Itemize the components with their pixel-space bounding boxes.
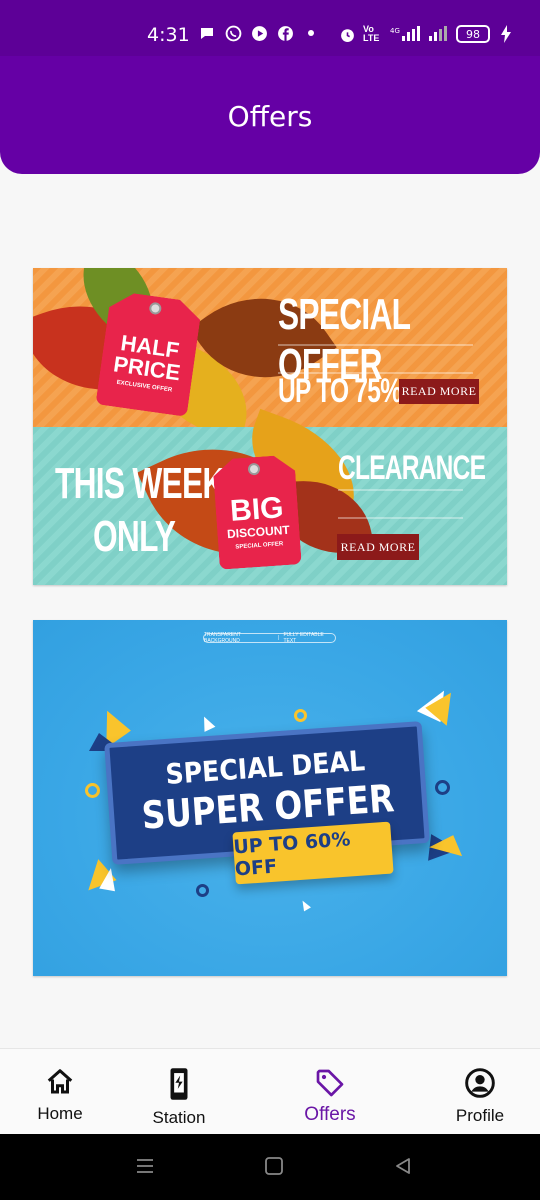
read-more-button[interactable]: READ MORE (399, 379, 479, 404)
offer-banner-super-deal[interactable]: TRANSPARENT BACKGROUND | FULLY EDITABLE … (33, 620, 507, 976)
tag-hole-icon (149, 302, 163, 316)
triangle-decoration (198, 714, 216, 732)
menu-icon[interactable] (135, 1156, 155, 1181)
charging-station-icon (164, 1067, 194, 1106)
banner-section-special-offer: HALF PRICE EXCLUSIVE OFFER SPECIAL OFFER… (33, 268, 507, 441)
circle-decoration (196, 884, 209, 897)
nav-item-station[interactable]: Station (119, 1049, 239, 1135)
dot-icon (302, 24, 320, 42)
big-discount-tag: BIG DISCOUNT SPECIAL OFFER (212, 454, 301, 569)
read-more-button[interactable]: READ MORE (337, 534, 419, 560)
circle-decoration (85, 783, 100, 798)
whatsapp-icon (224, 24, 242, 42)
half-price-tag: HALF PRICE EXCLUSIVE OFFER (95, 290, 202, 417)
nav-item-offers[interactable]: Offers (270, 1049, 390, 1135)
nav-label-home: Home (37, 1104, 83, 1123)
svg-text:4G: 4G (390, 27, 400, 35)
circle-decoration (294, 709, 307, 722)
profile-icon (464, 1067, 496, 1104)
charging-icon (497, 25, 515, 43)
home-icon (45, 1067, 75, 1102)
only-headline: ONLY (93, 512, 176, 561)
top-label-left: TRANSPARENT BACKGROUND (204, 632, 241, 644)
banner-section-clearance: THIS WEEK ONLY BIG DISCOUNT SPECIAL OFFE… (33, 408, 507, 585)
battery-indicator: 98 (456, 25, 490, 43)
home-square-icon[interactable] (264, 1156, 284, 1181)
tag-sub: SPECIAL OFFER (235, 541, 284, 551)
back-icon[interactable] (393, 1156, 413, 1181)
system-navigation-bar (0, 1134, 540, 1200)
clearance-title: CLEARANCE (338, 449, 486, 487)
nav-item-home[interactable]: Home (0, 1049, 120, 1135)
top-label-right: FULLY EDITABLE TEXT (283, 632, 324, 644)
triangle-decoration (299, 898, 311, 912)
status-time: 4:31 (147, 24, 190, 46)
chat-icon (198, 24, 216, 42)
play-icon (250, 24, 268, 42)
tag-icon (314, 1067, 346, 1104)
bottom-navigation: Home Station Offers Profile (0, 1048, 540, 1134)
volte-label: Vo LTE (363, 24, 380, 43)
status-bar: 4:31 Vo LTE 4G 98 (0, 0, 540, 56)
discount-subtitle: UP TO 75% (278, 372, 402, 410)
circle-decoration (435, 780, 450, 795)
system-status: Vo LTE 4G 98 (338, 25, 515, 43)
tag-hole-icon (248, 463, 261, 476)
facebook-icon (276, 24, 294, 42)
offer-banner-autumn[interactable]: HALF PRICE EXCLUSIVE OFFER SPECIAL OFFER… (33, 268, 507, 585)
nav-label-offers: Offers (304, 1104, 356, 1125)
signal-icon: 4G (390, 25, 422, 43)
discount-price-badge: UP TO 60% OFF (232, 821, 394, 885)
app-header: Offers (0, 56, 540, 174)
lorem-lines (278, 344, 473, 374)
triangle-decoration (99, 866, 119, 892)
this-week-headline: THIS WEEK (55, 459, 225, 508)
lorem-lines (338, 489, 463, 519)
nav-label-station: Station (152, 1108, 206, 1127)
notification-icons (198, 24, 320, 42)
nav-label-profile: Profile (455, 1106, 505, 1125)
signal-weak-icon (429, 25, 449, 43)
top-label-divider: | (278, 635, 280, 641)
alarm-icon (338, 25, 356, 43)
page-title: Offers (227, 100, 313, 133)
banner-top-label: TRANSPARENT BACKGROUND | FULLY EDITABLE … (203, 632, 336, 644)
nav-item-profile[interactable]: Profile (420, 1049, 540, 1135)
